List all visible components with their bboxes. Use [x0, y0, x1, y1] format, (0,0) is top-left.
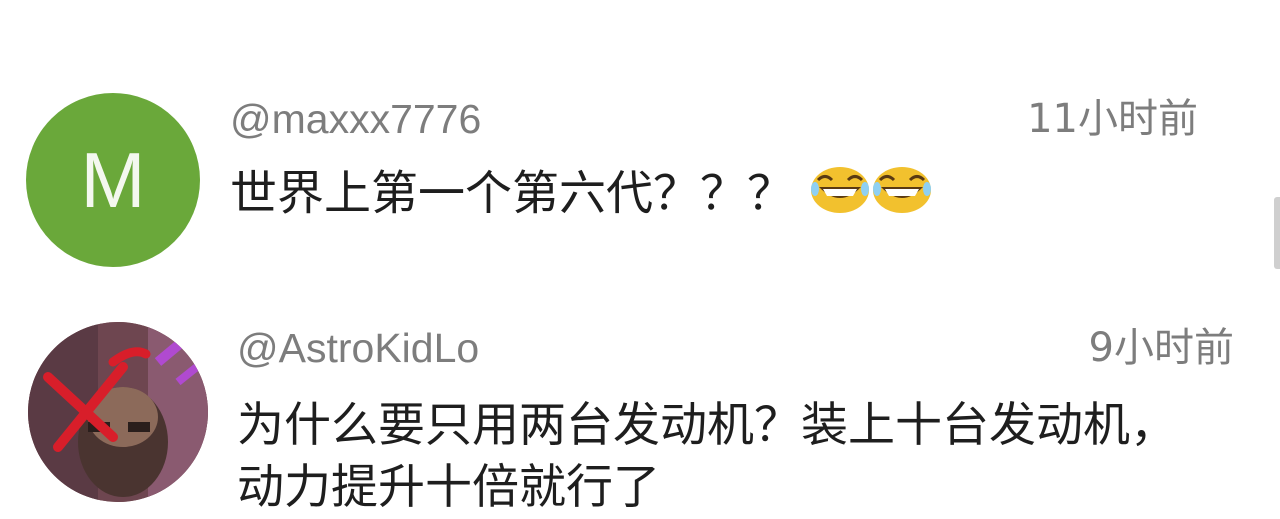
- comment-username[interactable]: @maxxx7776: [230, 99, 481, 140]
- laughing-emoji-icon: [809, 163, 871, 231]
- comments-screen: { "comments": [ { "avatar_letter": "M", …: [0, 0, 1280, 515]
- avatar[interactable]: [28, 322, 208, 502]
- avatar[interactable]: M: [26, 93, 200, 267]
- comment-text: 世界上第一个第六代？？？: [230, 163, 1190, 231]
- comment-item: M @maxxx7776 11小时前 世界上第一个第六代？？？: [0, 0, 1280, 290]
- comment-text-content: 世界上第一个第六代？？？: [230, 166, 794, 222]
- avatar-letter: M: [80, 136, 146, 224]
- avatar-image: [28, 322, 208, 502]
- comment-text: 为什么要只用两台发动机？装上十台发动机，动力提升十倍就行了: [237, 398, 1177, 515]
- comment-time: 9小时前: [1088, 325, 1234, 371]
- comment-username[interactable]: @AstroKidLo: [237, 328, 479, 369]
- scrollbar-thumb[interactable]: [1274, 197, 1280, 269]
- laughing-emoji-icon: [871, 163, 933, 231]
- comment-item: @AstroKidLo 9小时前 为什么要只用两台发动机？装上十台发动机，动力提…: [0, 300, 1280, 515]
- comment-time: 11小时前: [1027, 96, 1198, 142]
